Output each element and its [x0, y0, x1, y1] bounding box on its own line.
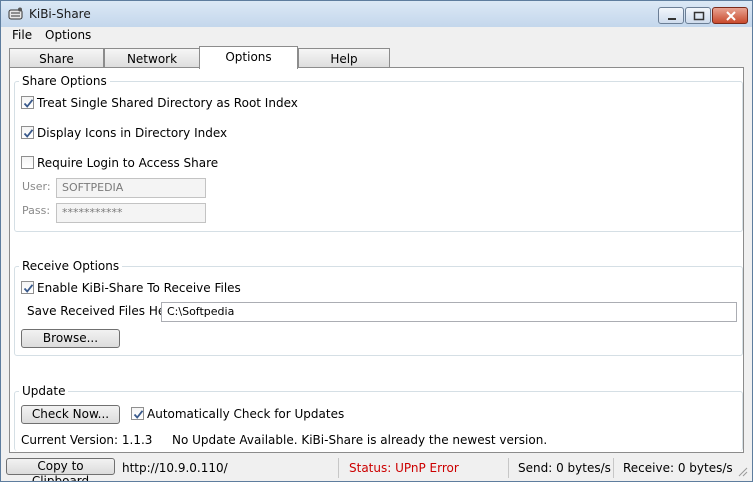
checkmark-icon	[23, 129, 34, 138]
receive-rate: Receive: 0 bytes/s	[623, 461, 733, 475]
title-bar[interactable]: KiBi-Share	[1, 1, 752, 27]
update-status-message: No Update Available. KiBi-Share is alrea…	[172, 433, 548, 447]
enable-receive-label[interactable]: Enable KiBi-Share To Receive Files	[37, 281, 241, 295]
treat-root-label[interactable]: Treat Single Shared Directory as Root In…	[37, 96, 298, 110]
status-divider	[338, 458, 339, 478]
receive-options-group: Receive Options Enable KiBi-Share To Rec…	[14, 259, 743, 356]
browse-button[interactable]: Browse...	[21, 329, 120, 348]
tab-help[interactable]: Help	[298, 48, 390, 68]
require-login-label[interactable]: Require Login to Access Share	[37, 156, 218, 170]
resize-grip-icon[interactable]	[736, 465, 748, 480]
tab-network[interactable]: Network	[104, 48, 200, 68]
display-icons-checkbox[interactable]	[21, 126, 34, 139]
user-input[interactable]: SOFTPEDIA	[56, 178, 206, 198]
menu-options[interactable]: Options	[45, 28, 91, 42]
checkmark-icon	[133, 410, 144, 419]
receive-options-title: Receive Options	[19, 259, 123, 273]
checkmark-icon	[23, 99, 34, 108]
server-url: http://10.9.0.110/	[122, 461, 228, 475]
save-path-label: Save Received Files Here:	[27, 304, 182, 318]
require-login-checkbox[interactable]	[21, 156, 34, 169]
update-title: Update	[19, 384, 69, 398]
auto-check-label[interactable]: Automatically Check for Updates	[147, 407, 344, 421]
auto-check-checkbox[interactable]	[131, 407, 144, 420]
display-icons-label[interactable]: Display Icons in Directory Index	[37, 126, 227, 140]
kibi-share-app-icon	[8, 7, 24, 21]
close-icon	[726, 11, 736, 21]
share-options-title: Share Options	[19, 74, 110, 88]
check-now-button[interactable]: Check Now...	[21, 405, 120, 424]
tab-share[interactable]: Share	[9, 48, 104, 68]
pass-input[interactable]: ***********	[56, 203, 206, 223]
menu-bar: File Options	[1, 27, 752, 45]
window-title: KiBi-Share	[29, 7, 91, 21]
status-divider	[508, 458, 509, 478]
pass-label: Pass:	[22, 204, 51, 217]
minimize-button[interactable]	[658, 7, 684, 24]
status-divider	[613, 458, 614, 478]
user-label: User:	[22, 180, 51, 193]
save-path-input[interactable]: C:\Softpedia	[161, 302, 737, 322]
tab-options[interactable]: Options	[199, 46, 298, 69]
treat-root-checkbox[interactable]	[21, 96, 34, 109]
share-options-group: Share Options Treat Single Shared Direct…	[14, 74, 743, 232]
send-rate: Send: 0 bytes/s	[518, 461, 611, 475]
copy-to-clipboard-button[interactable]: Copy to Clipboard	[6, 458, 115, 481]
close-button[interactable]	[712, 7, 748, 24]
options-panel: Share Options Treat Single Shared Direct…	[9, 67, 744, 453]
status-bar: Copy to Clipboard http://10.9.0.110/ Sta…	[1, 455, 752, 481]
upnp-status: Status: UPnP Error	[349, 461, 459, 475]
current-version-text: Current Version: 1.1.3	[21, 433, 153, 447]
menu-file[interactable]: File	[12, 28, 32, 42]
tab-strip: Share Network Options Help	[9, 46, 744, 69]
maximize-button[interactable]	[685, 7, 711, 24]
enable-receive-checkbox[interactable]	[21, 281, 34, 294]
checkmark-icon	[23, 284, 34, 293]
app-window: KiBi-Share File Options Share Network Op…	[0, 0, 753, 482]
update-group: Update Check Now... Automatically Check …	[14, 384, 743, 451]
